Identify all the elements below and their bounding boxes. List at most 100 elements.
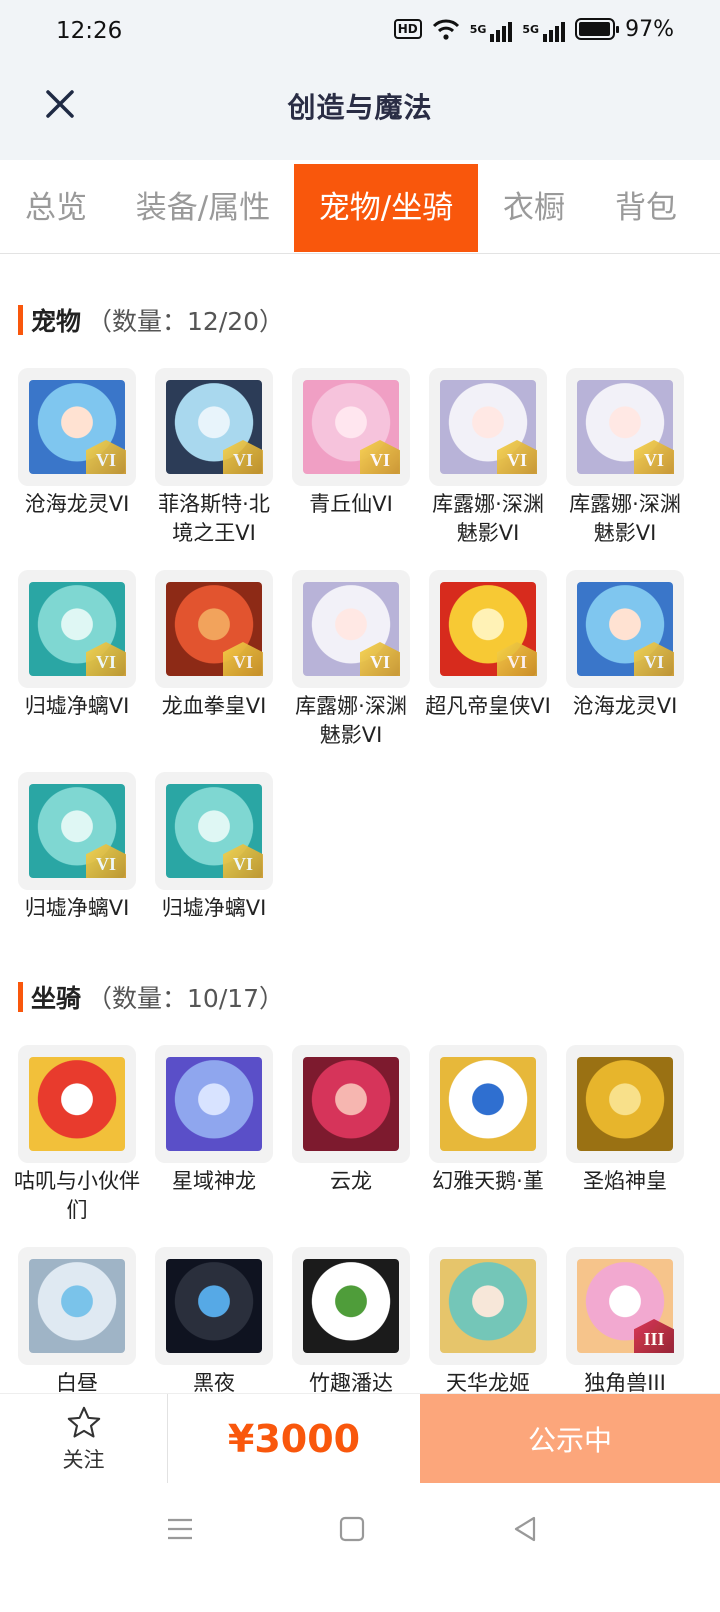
mounts-thumbnail	[429, 1045, 547, 1163]
pets-thumbnail: VI	[292, 570, 410, 688]
follow-button[interactable]: 关注	[0, 1394, 168, 1483]
status-icons: HD 5G 5G 97%	[393, 16, 674, 42]
system-nav-bar	[0, 1483, 720, 1612]
battery-icon	[575, 18, 620, 40]
signal-label: 5G	[469, 22, 487, 36]
hd-icon: HD	[393, 19, 422, 39]
mounts-item[interactable]: 幻雅天鹅·堇	[429, 1045, 547, 1225]
follow-label: 关注	[62, 1447, 105, 1472]
clown-bunny-icon	[29, 1057, 125, 1151]
mounts-thumbnail	[566, 1045, 684, 1163]
pets-item[interactable]: VI 超凡帝皇侠VI	[425, 570, 551, 750]
pets-item[interactable]: VI 菲洛斯特·北境之王VI	[155, 368, 273, 548]
mounts-item[interactable]: III 独角兽III	[566, 1247, 684, 1398]
pets-item[interactable]: VI 青丘仙VI	[292, 368, 410, 548]
dragon-princess-icon	[440, 1259, 536, 1353]
pets-thumbnail: VI	[429, 368, 547, 486]
mounts-item[interactable]: 黑夜	[155, 1247, 273, 1398]
mounts-name: 云龙	[330, 1169, 372, 1193]
pets-item[interactable]: VI 沧海龙灵VI	[566, 570, 684, 750]
battery-text: 97%	[625, 16, 674, 42]
pets-thumbnail: VI	[566, 368, 684, 486]
pets-item[interactable]: VI 归墟净螭VI	[155, 772, 273, 923]
pets-name: 归墟净螭VI	[24, 896, 130, 920]
pets-item[interactable]: VI 龙血拳皇VI	[155, 570, 273, 750]
pets-grid: VI 沧海龙灵VI VI 菲洛斯特·北境之王VI VI 青丘仙VI VI 库露娜·深渊魅影VI…	[18, 368, 720, 923]
mounts-thumbnail	[18, 1045, 136, 1163]
signal-label-2: 5G	[522, 22, 540, 36]
mounts-thumbnail	[18, 1247, 136, 1365]
menu-nav-button[interactable]	[160, 1509, 200, 1549]
pets-thumbnail: VI	[155, 368, 273, 486]
mounts-thumbnail	[155, 1045, 273, 1163]
black-dragon-icon	[166, 1259, 262, 1353]
tab-overview[interactable]: 总览	[0, 164, 112, 252]
menu-icon	[168, 1518, 192, 1540]
top-area: 12:26 HD 5G 5G 97% 创造与魔法	[0, 0, 720, 160]
mounts-item[interactable]: 云龙	[292, 1045, 410, 1225]
mounts-item[interactable]: 星域神龙	[155, 1045, 273, 1225]
tab-pets-mounts[interactable]: 宠物/坐骑	[294, 164, 478, 252]
pets-name: 沧海龙灵VI	[24, 492, 130, 516]
status-bar: 12:26 HD 5G 5G 97%	[0, 0, 720, 64]
mounts-name: 幻雅天鹅·堇	[432, 1169, 544, 1193]
pets-item[interactable]: VI 归墟净螭VI	[18, 570, 136, 750]
mounts-name: 咕叽与小伙伴们	[14, 1169, 140, 1222]
mounts-thumbnail	[292, 1045, 410, 1163]
page-title: 创造与魔法	[287, 91, 433, 124]
status-button[interactable]: 公示中	[420, 1394, 720, 1483]
pets-name: 青丘仙VI	[309, 492, 393, 516]
pets-item[interactable]: VI 库露娜·深渊魅影VI	[566, 368, 684, 548]
status-time: 12:26	[56, 18, 123, 44]
white-dragon-icon	[29, 1259, 125, 1353]
signal-icon: 5G	[470, 16, 513, 42]
panda-icon	[303, 1259, 399, 1353]
mounts-item[interactable]: 白昼	[18, 1247, 136, 1398]
mounts-item[interactable]: 竹趣潘达	[292, 1247, 410, 1398]
mounts-count: （数量：10/17）	[87, 984, 285, 1013]
mounts-item[interactable]: 咕叽与小伙伴们	[14, 1045, 140, 1225]
tab-backpack[interactable]: 背包	[590, 164, 702, 252]
pets-item[interactable]: VI 库露娜·深渊魅影VI	[429, 368, 547, 548]
home-nav-button[interactable]	[332, 1509, 372, 1549]
pets-name: 归墟净螭VI	[161, 896, 267, 920]
tab-wardrobe[interactable]: 衣橱	[478, 164, 590, 252]
mounts-name: 星域神龙	[172, 1169, 256, 1193]
back-triangle-icon	[514, 1516, 536, 1542]
back-nav-button[interactable]	[506, 1509, 546, 1549]
tab-equipment[interactable]: 装备/属性	[112, 164, 294, 252]
tab-bar: 总览 装备/属性 宠物/坐骑 衣橱 背包	[0, 164, 720, 254]
pets-thumbnail: VI	[18, 772, 136, 890]
mounts-thumbnail	[155, 1247, 273, 1365]
pets-name: 库露娜·深渊魅影VI	[295, 694, 407, 747]
signal-icon-2: 5G	[522, 16, 566, 42]
pets-item[interactable]: VI 沧海龙灵VI	[18, 368, 136, 548]
pets-item[interactable]: VI 库露娜·深渊魅影VI	[292, 570, 410, 750]
pets-thumbnail: VI	[18, 570, 136, 688]
mounts-thumbnail	[429, 1247, 547, 1365]
mounts-item[interactable]: 天华龙姬	[429, 1247, 547, 1398]
pets-section-header: 宠物 （数量：12/20）	[18, 302, 720, 338]
pets-item[interactable]: VI 归墟净螭VI	[18, 772, 136, 923]
white-swan-icon	[440, 1057, 536, 1151]
crimson-dragon-icon	[303, 1057, 399, 1151]
title-row: 创造与魔法	[0, 64, 720, 160]
pets-count: （数量：12/20）	[87, 307, 285, 336]
pets-thumbnail: VI	[429, 570, 547, 688]
mounts-thumbnail: III	[566, 1247, 684, 1365]
pets-name: 超凡帝皇侠VI	[425, 694, 551, 718]
bottom-action-bar: 关注 ¥3000 公示中	[0, 1393, 720, 1483]
pets-name: 归墟净螭VI	[24, 694, 130, 718]
pets-thumbnail: VI	[155, 570, 273, 688]
pets-thumbnail: VI	[18, 368, 136, 486]
price: ¥3000	[227, 1416, 361, 1461]
mounts-name: 圣焰神皇	[583, 1169, 667, 1193]
mounts-item[interactable]: 圣焰神皇	[566, 1045, 684, 1225]
section-marker	[18, 305, 23, 335]
battery-fill	[579, 22, 611, 36]
pets-name: 库露娜·深渊魅影VI	[432, 492, 544, 545]
pets-name: 菲洛斯特·北境之王VI	[158, 492, 270, 545]
pets-thumbnail: VI	[292, 368, 410, 486]
pets-title: 宠物	[31, 307, 82, 336]
golden-dragon-icon	[577, 1057, 673, 1151]
